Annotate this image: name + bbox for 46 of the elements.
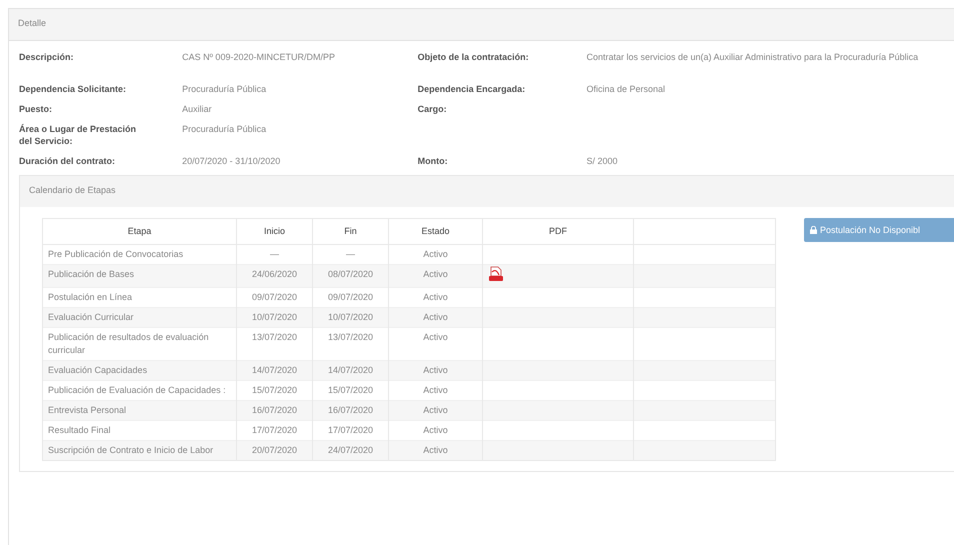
- field-value: Procuraduría Pública: [182, 124, 266, 134]
- field-value: Contratar los servicios de un(a) Auxiliar Administrativo para la Procuraduría Pública: [586, 52, 918, 62]
- table-cell: 16/07/2020: [236, 400, 312, 420]
- field-value: CAS Nº 009-2020-MINCETUR/DM/PP: [182, 52, 335, 62]
- field-label: Duración del contrato:: [19, 156, 116, 166]
- field-label: Objeto de la contratación:: [418, 52, 529, 62]
- table-cell: 16/07/2020: [312, 400, 388, 420]
- table-cell: 14/07/2020: [312, 360, 388, 380]
- field-label: Dependencia Solicitante:: [19, 84, 126, 94]
- table-cell: 20/07/2020: [236, 440, 312, 460]
- pdf-file-icon[interactable]: [488, 266, 504, 282]
- column-header: Estado: [388, 218, 482, 244]
- field-label: Monto:: [418, 156, 448, 166]
- field-value: Procuraduría Pública: [182, 84, 266, 94]
- field-label: Descripción:: [19, 52, 74, 62]
- table-cell: Activo: [388, 440, 482, 460]
- panel-title: Calendario de Etapas: [20, 176, 954, 207]
- table-cell: Activo: [388, 400, 482, 420]
- table-cell: 14/07/2020: [236, 360, 312, 380]
- field-value: Oficina de Personal: [586, 84, 665, 94]
- column-header: Etapa: [42, 218, 236, 244]
- table-cell: Publicación de Bases: [42, 264, 236, 288]
- column-header: Inicio: [236, 218, 312, 244]
- table-cell: 10/07/2020: [236, 308, 312, 328]
- field-value: 20/07/2020 - 31/10/2020: [182, 156, 280, 166]
- table-cell: Activo: [388, 308, 482, 328]
- column-header: Fin: [312, 218, 388, 244]
- column-header: PDF: [482, 218, 634, 244]
- field-label: Área o Lugar de Prestación del Servicio:: [19, 124, 136, 146]
- field-label: Dependencia Encargada:: [418, 84, 526, 94]
- field-label: Cargo:: [418, 104, 447, 114]
- field-label: Puesto:: [19, 104, 52, 114]
- field-value: S/ 2000: [586, 156, 618, 166]
- table-cell: 10/07/2020: [312, 308, 388, 328]
- table-cell: Entrevista Personal: [42, 400, 236, 420]
- table-cell: Evaluación Curricular: [42, 308, 236, 328]
- table-cell: 24/06/2020: [236, 264, 312, 288]
- table-cell: 08/07/2020: [312, 264, 388, 288]
- lock-icon: [810, 226, 817, 234]
- table-cell: Activo: [388, 264, 482, 288]
- table-cell: 24/07/2020: [312, 440, 388, 460]
- field-value: Auxiliar: [182, 104, 212, 114]
- table-cell: Evaluación Capacidades: [42, 360, 236, 380]
- table-cell: Activo: [388, 360, 482, 380]
- panel-title: Detalle: [9, 9, 954, 41]
- table-cell: Suscripción de Contrato e Inicio de Labor: [42, 440, 236, 460]
